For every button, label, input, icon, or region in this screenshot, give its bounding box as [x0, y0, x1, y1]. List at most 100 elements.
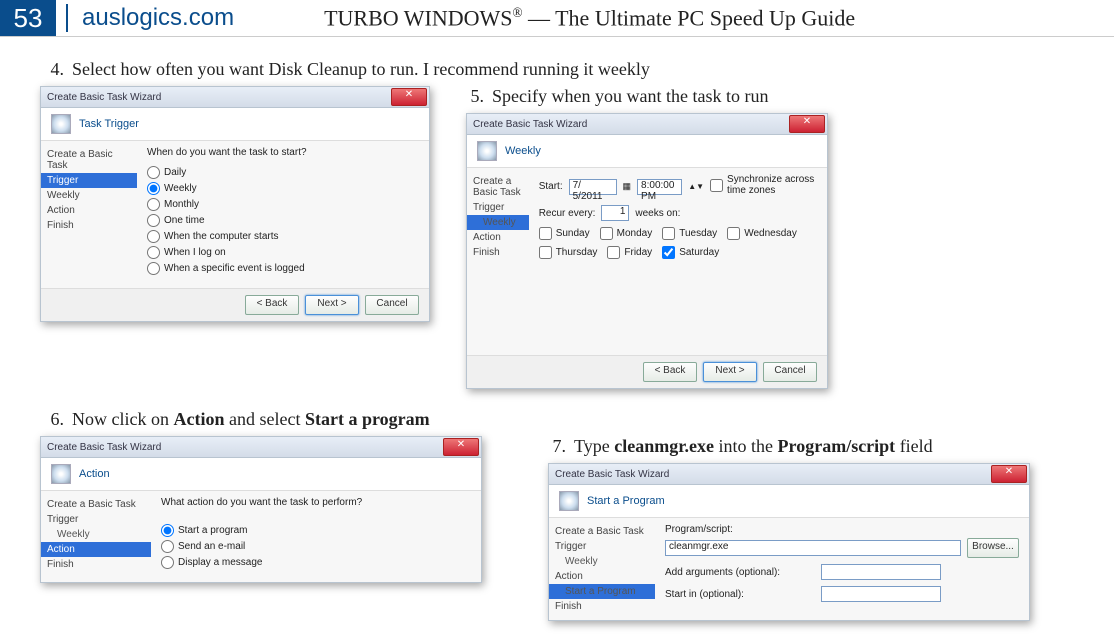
- step-number: 6.: [40, 409, 64, 430]
- close-icon[interactable]: ✕: [789, 115, 825, 133]
- recur-value-field[interactable]: 1: [601, 205, 629, 221]
- text: Now click on: [72, 409, 173, 429]
- sidebar-item-create-task[interactable]: Create a Basic Task: [467, 174, 529, 200]
- next-button[interactable]: Next >: [703, 362, 757, 382]
- startin-field[interactable]: [821, 586, 941, 602]
- calendar-icon[interactable]: ▦: [623, 181, 632, 192]
- check-wednesday[interactable]: Wednesday: [727, 227, 797, 240]
- step-text: Select how often you want Disk Cleanup t…: [72, 59, 650, 80]
- sidebar-item-weekly[interactable]: Weekly: [467, 215, 529, 230]
- check-saturday[interactable]: Saturday: [662, 246, 719, 259]
- close-icon[interactable]: ✕: [443, 438, 479, 456]
- text: and select: [224, 409, 304, 429]
- close-icon[interactable]: ✕: [391, 88, 427, 106]
- radio-log-on[interactable]: When I log on: [147, 246, 419, 259]
- checkbox-label: Sunday: [556, 228, 590, 239]
- radio-weekly[interactable]: Weekly: [147, 182, 419, 195]
- radio-label: Weekly: [164, 183, 197, 194]
- sidebar-item-weekly[interactable]: Weekly: [41, 527, 151, 542]
- titlebar[interactable]: Create Basic Task Wizard ✕: [41, 437, 481, 458]
- sidebar-item-action[interactable]: Action: [549, 569, 655, 584]
- sidebar-item-weekly[interactable]: Weekly: [41, 188, 137, 203]
- cancel-button[interactable]: Cancel: [763, 362, 817, 382]
- close-icon[interactable]: ✕: [991, 465, 1027, 483]
- sidebar-item-create-task[interactable]: Create a Basic Task: [41, 497, 151, 512]
- sidebar-item-trigger[interactable]: Trigger: [41, 512, 151, 527]
- program-script-field[interactable]: cleanmgr.exe: [665, 540, 961, 556]
- wizard-header-label: Task Trigger: [79, 118, 139, 130]
- wizard-sidebar: Create a Basic Task Trigger Weekly Actio…: [41, 141, 137, 288]
- radio-start-program[interactable]: Start a program: [161, 524, 471, 537]
- sidebar-item-finish[interactable]: Finish: [41, 557, 151, 572]
- sidebar-item-action[interactable]: Action: [41, 542, 151, 557]
- title-prefix: TURBO WINDOWS: [324, 5, 512, 30]
- check-thursday[interactable]: Thursday: [539, 246, 598, 259]
- checkbox-label: Synchronize across time zones: [727, 174, 817, 196]
- clock-icon: [51, 464, 71, 484]
- wizard-sidebar: Create a Basic Task Trigger Weekly Actio…: [549, 518, 655, 620]
- browse-button[interactable]: Browse...: [967, 538, 1019, 558]
- titlebar[interactable]: Create Basic Task Wizard ✕: [549, 464, 1029, 485]
- wizard-header-label: Weekly: [505, 145, 541, 157]
- check-sunday[interactable]: Sunday: [539, 227, 590, 240]
- step-6: 6. Now click on Action and select Start …: [40, 409, 1074, 430]
- sidebar-item-create-task[interactable]: Create a Basic Task: [41, 147, 137, 173]
- site-label: auslogics.com: [66, 4, 234, 32]
- window-title: Create Basic Task Wizard: [555, 469, 669, 480]
- question-text: When do you want the task to start?: [147, 147, 419, 158]
- titlebar[interactable]: Create Basic Task Wizard ✕: [467, 114, 827, 135]
- check-friday[interactable]: Friday: [607, 246, 652, 259]
- sidebar-item-trigger[interactable]: Trigger: [467, 200, 529, 215]
- titlebar[interactable]: Create Basic Task Wizard ✕: [41, 87, 429, 108]
- sidebar-item-weekly[interactable]: Weekly: [549, 554, 655, 569]
- check-tuesday[interactable]: Tuesday: [662, 227, 717, 240]
- clock-icon: [559, 491, 579, 511]
- sidebar-item-action[interactable]: Action: [467, 230, 529, 245]
- sidebar-item-finish[interactable]: Finish: [41, 218, 137, 233]
- cancel-button[interactable]: Cancel: [365, 295, 419, 315]
- title-suffix: — The Ultimate PC Speed Up Guide: [523, 5, 856, 30]
- recur-label: Recur every:: [539, 208, 596, 219]
- sidebar-item-start-program[interactable]: Start a Program: [549, 584, 655, 599]
- step-text: Type cleanmgr.exe into the Program/scrip…: [574, 436, 933, 457]
- radio-label: Monthly: [164, 199, 199, 210]
- radio-send-email[interactable]: Send an e-mail: [161, 540, 471, 553]
- radio-monthly[interactable]: Monthly: [147, 198, 419, 211]
- wizard-header: Action: [41, 458, 481, 491]
- spinner-icon[interactable]: ▲▼: [688, 182, 704, 191]
- step-text: Now click on Action and select Start a p…: [72, 409, 430, 430]
- dialog-task-trigger: Create Basic Task Wizard ✕ Task Trigger …: [40, 86, 430, 322]
- bold-text: cleanmgr.exe: [614, 436, 714, 456]
- radio-display-message[interactable]: Display a message: [161, 556, 471, 569]
- radio-one-time[interactable]: One time: [147, 214, 419, 227]
- checkbox-label: Wednesday: [744, 228, 797, 239]
- arguments-field[interactable]: [821, 564, 941, 580]
- radio-label: Start a program: [178, 525, 247, 536]
- sidebar-item-finish[interactable]: Finish: [467, 245, 529, 260]
- sidebar-item-trigger[interactable]: Trigger: [549, 539, 655, 554]
- dialog-action: Create Basic Task Wizard ✕ Action Create…: [40, 436, 482, 583]
- wizard-header: Weekly: [467, 135, 827, 168]
- sidebar-item-finish[interactable]: Finish: [549, 599, 655, 614]
- sidebar-item-action[interactable]: Action: [41, 203, 137, 218]
- check-monday[interactable]: Monday: [600, 227, 653, 240]
- start-time-field[interactable]: 8:00:00 PM: [637, 179, 682, 195]
- dialog-weekly: Create Basic Task Wizard ✕ Weekly Create…: [466, 113, 828, 389]
- start-date-field[interactable]: 7/ 5/2011: [569, 179, 617, 195]
- wizard-header-label: Action: [79, 468, 110, 480]
- sidebar-item-trigger[interactable]: Trigger: [41, 173, 137, 188]
- radio-specific-event[interactable]: When a specific event is logged: [147, 262, 419, 275]
- program-script-label: Program/script:: [665, 524, 1019, 535]
- sync-checkbox[interactable]: Synchronize across time zones: [710, 174, 817, 196]
- bold-text: Start a program: [305, 409, 430, 429]
- radio-computer-starts[interactable]: When the computer starts: [147, 230, 419, 243]
- start-label: Start:: [539, 181, 563, 192]
- next-button[interactable]: Next >: [305, 295, 359, 315]
- back-button[interactable]: < Back: [643, 362, 697, 382]
- sidebar-item-create-task[interactable]: Create a Basic Task: [549, 524, 655, 539]
- radio-daily[interactable]: Daily: [147, 166, 419, 179]
- back-button[interactable]: < Back: [245, 295, 299, 315]
- wizard-pane: Start: 7/ 5/2011 ▦ 8:00:00 PM ▲▼ Synchro…: [529, 168, 827, 355]
- step-number: 7.: [542, 436, 566, 457]
- button-bar: < Back Next > Cancel: [41, 288, 429, 321]
